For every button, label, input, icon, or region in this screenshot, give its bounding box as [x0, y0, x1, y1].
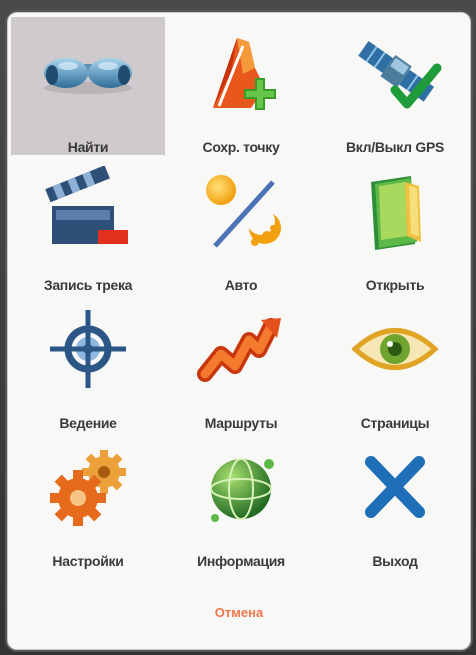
menu-item-label: Открыть	[365, 277, 425, 293]
menu-item-label: Настройки	[52, 553, 124, 569]
menu-item-auto[interactable]: Авто	[165, 155, 317, 293]
window-frame: Найти Сохр. точку Вкл/Выкл GPS Запись тр…	[0, 0, 476, 655]
menu-item-label: Выход	[372, 553, 418, 569]
menu-item-label: Авто	[224, 277, 258, 293]
menu-item-label: Маршруты	[204, 415, 278, 431]
menu-item-label: Вкл/Выкл GPS	[345, 139, 445, 155]
menu-item-find[interactable]: Найти	[11, 17, 165, 155]
menu-item-save-point[interactable]: Сохр. точку	[165, 17, 317, 155]
day-night-icon	[186, 165, 296, 257]
menu-item-label: Запись трека	[43, 277, 133, 293]
gears-icon	[33, 441, 143, 533]
routes-icon	[186, 303, 296, 395]
globe-icon	[186, 441, 296, 533]
menu-item-open[interactable]: Открыть	[317, 155, 470, 293]
menu-item-info[interactable]: Информация	[165, 431, 317, 569]
main-menu-panel: Найти Сохр. точку Вкл/Выкл GPS Запись тр…	[7, 12, 471, 650]
menu-item-routes[interactable]: Маршруты	[165, 293, 317, 431]
crosshair-icon	[33, 303, 143, 395]
close-icon	[340, 441, 450, 533]
menu-item-gps-toggle[interactable]: Вкл/Выкл GPS	[317, 17, 470, 155]
save-point-icon	[186, 27, 296, 119]
menu-item-exit[interactable]: Выход	[317, 431, 470, 569]
menu-item-label: Информация	[197, 553, 285, 569]
menu-item-label: Страницы	[360, 415, 430, 431]
menu-grid: Найти Сохр. точку Вкл/Выкл GPS Запись тр…	[11, 17, 470, 569]
eye-icon	[340, 303, 450, 395]
track-record-icon	[33, 165, 143, 257]
menu-item-guidance[interactable]: Ведение	[11, 293, 165, 431]
open-book-icon	[340, 165, 450, 257]
gps-satellite-icon	[340, 27, 450, 119]
cancel-button[interactable]: Отмена	[8, 605, 470, 620]
menu-item-track-record[interactable]: Запись трека	[11, 155, 165, 293]
menu-item-pages[interactable]: Страницы	[317, 293, 470, 431]
menu-item-label: Найти	[67, 139, 109, 155]
binoculars-icon	[33, 27, 143, 119]
menu-item-label: Ведение	[59, 415, 117, 431]
menu-item-label: Сохр. точку	[202, 139, 280, 155]
menu-item-settings[interactable]: Настройки	[11, 431, 165, 569]
